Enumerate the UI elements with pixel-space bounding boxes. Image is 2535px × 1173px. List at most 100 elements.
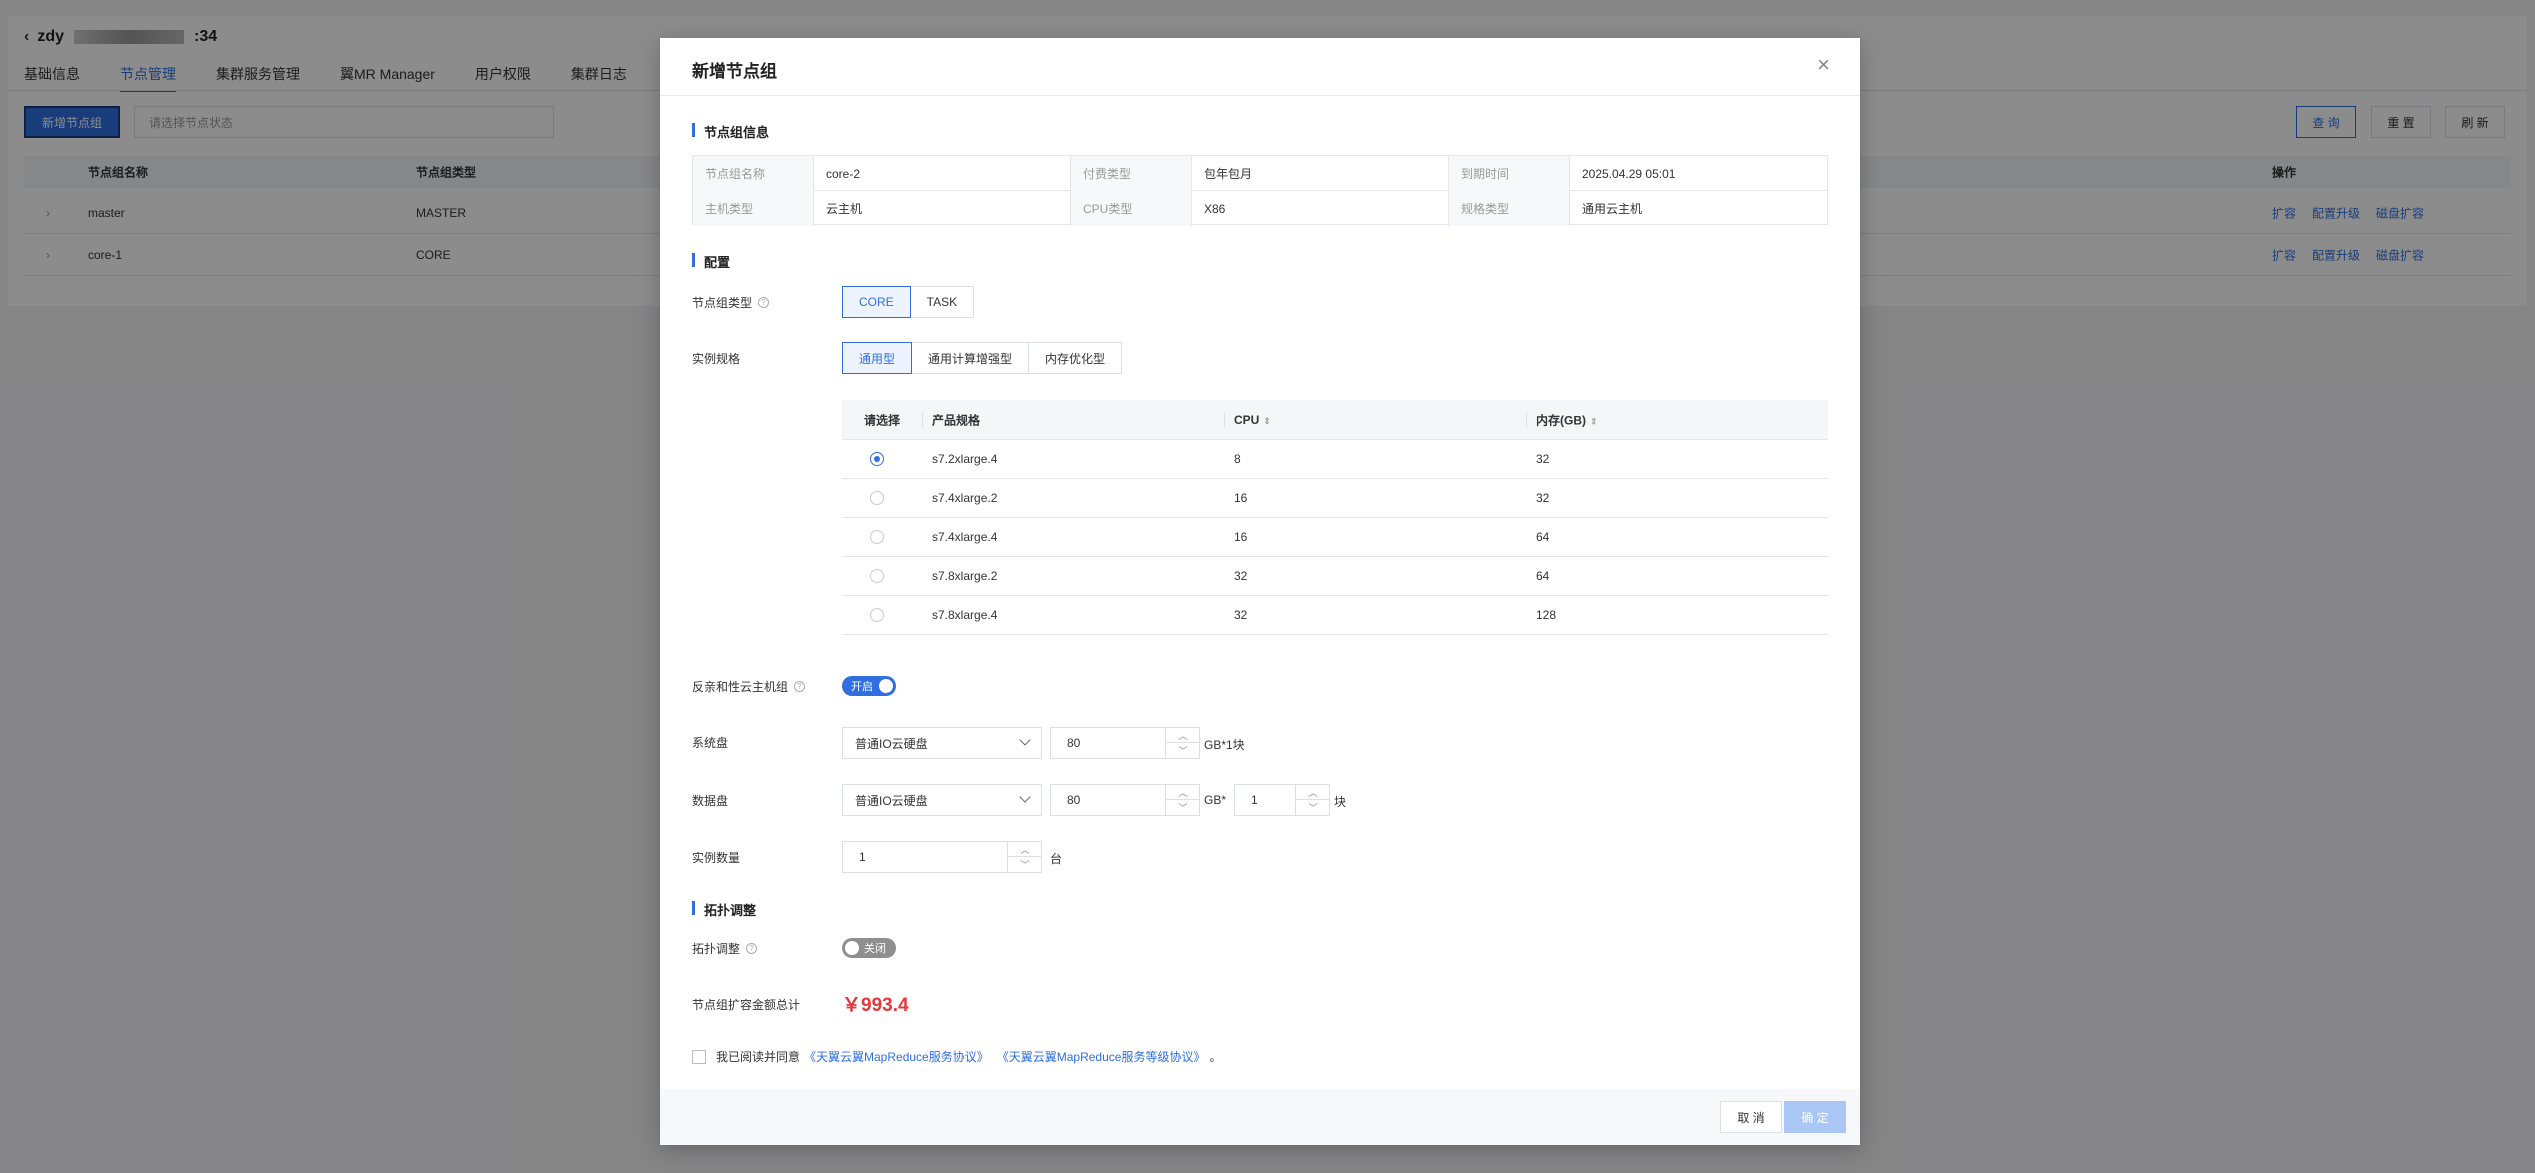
column-header-cpu[interactable]: CPU ⇕ <box>1234 413 1271 427</box>
anti-affinity-toggle[interactable]: 开启 <box>842 676 896 696</box>
spec-mem: 64 <box>1536 530 1550 544</box>
spec-name: s7.8xlarge.4 <box>932 608 998 622</box>
spec-cpu: 32 <box>1234 608 1248 622</box>
stepper-arrows: ︿ ﹀ <box>1165 785 1200 815</box>
agree-text: 我已阅读并同意 <box>716 1050 801 1064</box>
decrement-icon[interactable]: ﹀ <box>1008 857 1042 872</box>
column-header-spec: 产品规格 <box>932 413 981 427</box>
spec-radio[interactable] <box>870 569 884 583</box>
system-disk-size-stepper[interactable]: 80 ︿ ﹀ <box>1050 727 1200 759</box>
add-node-group-modal: 新增节点组 × 节点组信息 节点组名称 core-2 付费类型 包年包月 到期时… <box>660 38 1860 1145</box>
help-icon[interactable]: ? <box>746 943 758 954</box>
decrement-icon[interactable]: ﹀ <box>1296 800 1330 815</box>
system-disk-type-value: 普通IO云硬盘 <box>855 736 928 751</box>
anti-affinity-label-text: 反亲和性云主机组 <box>692 680 789 694</box>
spec-row[interactable]: s7.2xlarge.4 8 32 <box>842 440 1828 479</box>
spec-row[interactable]: s7.8xlarge.2 32 64 <box>842 557 1828 596</box>
data-disk-count-stepper[interactable]: 1 ︿ ﹀ <box>1234 784 1330 816</box>
spec-row[interactable]: s7.4xlarge.4 16 64 <box>842 518 1828 557</box>
spec-row[interactable]: s7.4xlarge.2 16 32 <box>842 479 1828 518</box>
system-disk-type-select[interactable]: 普通IO云硬盘 <box>842 727 1042 759</box>
info-value: 2025.04.29 05:01 <box>1582 166 1676 181</box>
confirm-button[interactable]: 确 定 <box>1784 1101 1846 1133</box>
info-label: 主机类型 <box>693 191 814 226</box>
spec-row[interactable]: s7.8xlarge.4 32 128 <box>842 596 1828 635</box>
increment-icon[interactable]: ︿ <box>1166 728 1200 743</box>
spec-type-general-option[interactable]: 通用型 <box>842 342 913 374</box>
agree-checkbox[interactable] <box>692 1049 706 1064</box>
system-disk-label: 系统盘 <box>692 736 729 750</box>
info-label: 到期时间 <box>1449 156 1570 191</box>
column-header-mem[interactable]: 内存(GB) ⇕ <box>1536 411 1598 428</box>
stepper-arrows: ︿ ﹀ <box>1295 785 1330 815</box>
help-icon[interactable]: ? <box>758 297 770 308</box>
spec-radio[interactable] <box>870 491 884 505</box>
instance-count-value: 1 <box>859 850 866 864</box>
data-disk-label: 数据盘 <box>692 794 729 808</box>
close-icon[interactable]: × <box>1817 54 1830 76</box>
info-value: 云主机 <box>814 191 1071 226</box>
increment-icon[interactable]: ︿ <box>1296 785 1330 800</box>
help-icon[interactable]: ? <box>794 681 806 692</box>
spec-cpu: 16 <box>1234 491 1248 505</box>
info-value: X86 <box>1192 191 1449 226</box>
agreement-row: 我已阅读并同意 《天翼云翼MapReduce服务协议》 《天翼云翼MapRedu… <box>692 1048 1221 1065</box>
node-group-info-grid: 节点组名称 core-2 付费类型 包年包月 到期时间 2025.04.29 0… <box>692 155 1828 226</box>
topology-label-text: 拓扑调整 <box>692 942 741 956</box>
spec-radio[interactable] <box>870 530 884 544</box>
node-group-type-label: 节点组类型 ? <box>692 294 770 311</box>
total-amount-label: 节点组扩容金额总计 <box>692 998 801 1012</box>
spec-type-memory-option[interactable]: 内存优化型 <box>1028 342 1123 374</box>
topology-label: 拓扑调整 ? <box>692 940 758 957</box>
decrement-icon[interactable]: ﹀ <box>1166 800 1200 815</box>
instance-spec-table: 请选择 产品规格 CPU ⇕ 内存(GB) ⇕ s7.2xlarge.4 8 32 … <box>842 400 1828 635</box>
spec-name: s7.4xlarge.4 <box>932 530 998 544</box>
decrement-icon[interactable]: ﹀ <box>1166 743 1200 758</box>
data-disk-size-value: 80 <box>1067 793 1081 807</box>
spec-mem: 128 <box>1536 608 1557 622</box>
data-disk-size-stepper[interactable]: 80 ︿ ﹀ <box>1050 784 1200 816</box>
spec-mem: 32 <box>1536 491 1550 505</box>
info-row: 主机类型 云主机 CPU类型 X86 规格类型 通用云主机 <box>693 191 1827 226</box>
spec-mem: 32 <box>1536 452 1550 466</box>
increment-icon[interactable]: ︿ <box>1008 842 1042 857</box>
node-type-core-option[interactable]: CORE <box>842 286 911 318</box>
mem-header-text: 内存(GB) <box>1536 413 1586 427</box>
data-disk-type-select[interactable]: 普通IO云硬盘 <box>842 784 1042 816</box>
spec-name: s7.2xlarge.4 <box>932 452 998 466</box>
stepper-arrows: ︿ ﹀ <box>1165 728 1200 758</box>
spec-cpu: 8 <box>1234 452 1241 466</box>
sort-icon[interactable]: ⇕ <box>1590 416 1598 426</box>
service-agreement-link[interactable]: 《天翼云翼MapReduce服务协议》 <box>804 1048 989 1065</box>
cpu-header-text: CPU <box>1234 412 1260 427</box>
anti-affinity-label: 反亲和性云主机组 ? <box>692 678 806 695</box>
agree-end-punct: 。 <box>1209 1050 1222 1064</box>
spec-cpu: 16 <box>1234 530 1248 544</box>
spec-cpu: 32 <box>1234 569 1248 583</box>
column-header-select: 请选择 <box>864 413 901 427</box>
instance-spec-type-segmented: 通用型 通用计算增强型 内存优化型 <box>842 342 1123 374</box>
sort-icon[interactable]: ⇕ <box>1263 416 1271 426</box>
system-disk-unit: GB*1块 <box>1204 738 1245 752</box>
system-disk-size-value: 80 <box>1067 736 1081 750</box>
data-disk-type-value: 普通IO云硬盘 <box>855 793 928 808</box>
data-disk-count-value: 1 <box>1251 793 1258 807</box>
spec-radio[interactable] <box>870 608 884 622</box>
topology-toggle[interactable]: 关闭 <box>842 938 896 958</box>
spec-table-header: 请选择 产品规格 CPU ⇕ 内存(GB) ⇕ <box>842 400 1828 440</box>
instance-count-label: 实例数量 <box>692 851 741 865</box>
info-label: CPU类型 <box>1071 191 1192 226</box>
sla-agreement-link[interactable]: 《天翼云翼MapReduce服务等级协议》 <box>997 1048 1206 1065</box>
increment-icon[interactable]: ︿ <box>1166 785 1200 800</box>
spec-radio[interactable] <box>870 452 884 466</box>
spec-type-compute-option[interactable]: 通用计算增强型 <box>911 342 1030 374</box>
info-row: 节点组名称 core-2 付费类型 包年包月 到期时间 2025.04.29 0… <box>693 156 1827 191</box>
chevron-down-icon <box>1019 791 1031 803</box>
modal-header: 新增节点组 × <box>660 38 1860 96</box>
modal-footer: 取 消 确 定 <box>660 1089 1860 1145</box>
instance-count-stepper[interactable]: 1 ︿ ﹀ <box>842 841 1042 873</box>
section-title-topology: 拓扑调整 <box>692 900 756 919</box>
cancel-button[interactable]: 取 消 <box>1720 1101 1782 1133</box>
node-type-task-option[interactable]: TASK <box>909 286 975 318</box>
spec-mem: 64 <box>1536 569 1550 583</box>
